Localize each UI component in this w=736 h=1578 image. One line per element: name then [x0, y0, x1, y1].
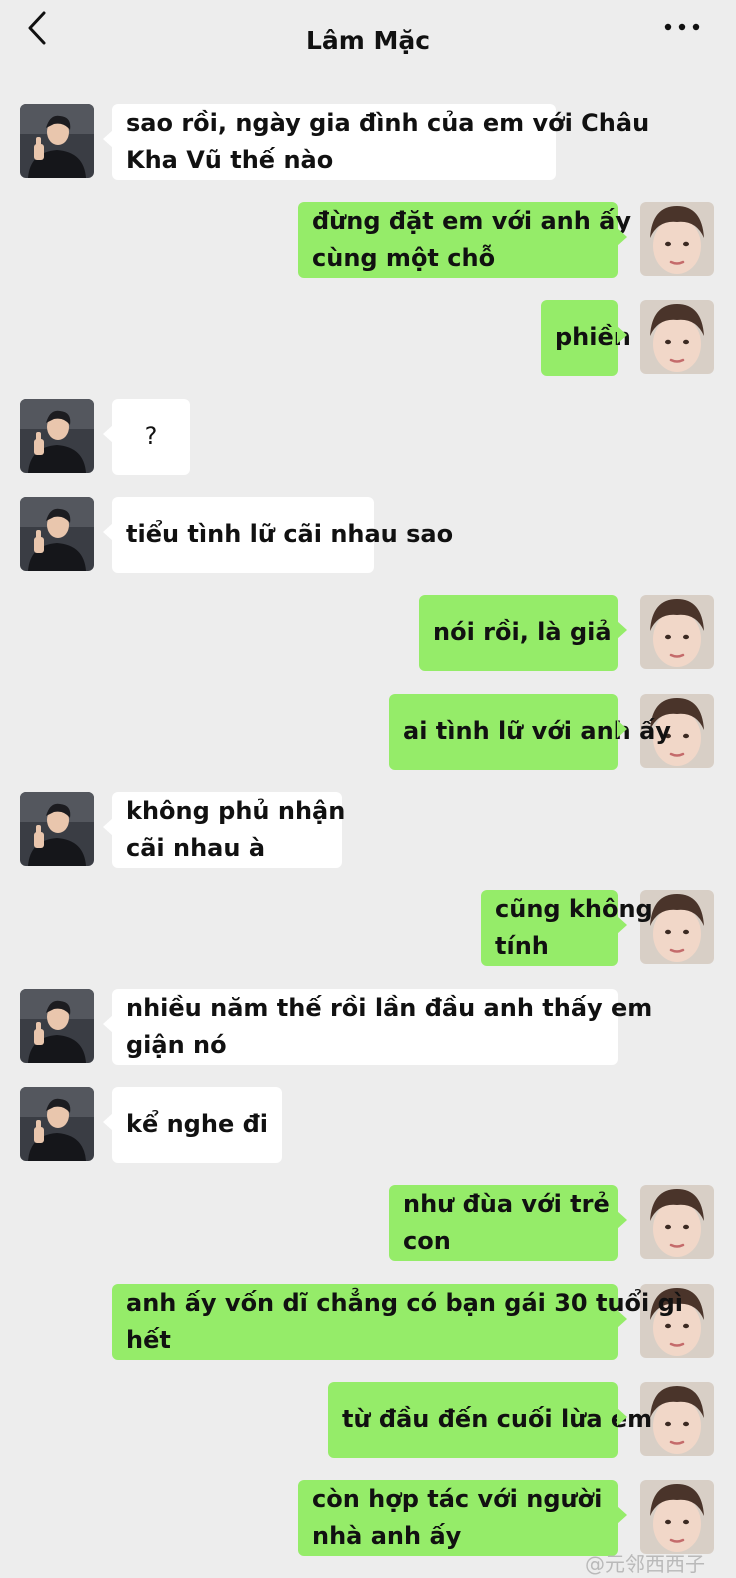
message-text-line: giận nó — [126, 1031, 227, 1059]
avatar[interactable] — [640, 1480, 714, 1554]
message-bubble[interactable]: kể nghe đi — [103, 1087, 282, 1163]
message-bubble[interactable]: ai tình lữ với anh ấy — [389, 694, 671, 770]
message-row-received: sao rồi, ngày gia đình của em với Châu Kh… — [0, 104, 736, 180]
message-text-line: còn hợp tác với người — [312, 1485, 603, 1513]
watermark-text: @元邻西西子 — [585, 1552, 705, 1576]
message-row-received: tiểu tình lữ cãi nhau sao — [0, 497, 736, 573]
message-bubble[interactable]: tiểu tình lữ cãi nhau sao — [103, 497, 454, 573]
avatar[interactable] — [20, 399, 94, 473]
message-text-line: phiền — [555, 323, 631, 351]
message-bubble[interactable]: đừng đặt em với anh ấy cùng một chỗ — [298, 202, 632, 278]
message-text-line: nhiều năm thế rồi lần đầu anh thấy em — [126, 994, 653, 1022]
message-row-sent: đừng đặt em với anh ấy cùng một chỗ — [0, 202, 736, 278]
message-text-line: không phủ nhận — [126, 797, 346, 825]
message-row-received: nhiều năm thế rồi lần đầu anh thấy em giậ… — [0, 989, 736, 1065]
message-text-line: anh ấy vốn dĩ chẳng có bạn gái 30 tuổi g… — [126, 1289, 684, 1317]
message-row-sent: còn hợp tác với người nhà anh ấy — [0, 1480, 736, 1556]
message-bubble[interactable]: còn hợp tác với người nhà anh ấy — [298, 1480, 627, 1556]
message-text-line: từ đầu đến cuối lừa em — [342, 1405, 653, 1433]
message-row-sent: từ đầu đến cuối lừa em — [0, 1382, 736, 1458]
message-row-received: không phủ nhận cãi nhau à — [0, 792, 736, 868]
message-row-sent: nói rồi, là giả — [0, 595, 736, 671]
avatar[interactable] — [20, 497, 94, 571]
message-text-line: kể nghe đi — [126, 1110, 268, 1138]
message-bubble[interactable]: sao rồi, ngày gia đình của em với Châu Kh… — [103, 104, 650, 180]
message-text-line: tiểu tình lữ cãi nhau sao — [126, 520, 454, 548]
avatar[interactable] — [20, 1087, 94, 1161]
message-text-line: sao rồi, ngày gia đình của em với Châu — [126, 109, 650, 137]
message-text-line: nói rồi, là giả — [433, 618, 612, 646]
message-text-line: cùng một chỗ — [312, 244, 496, 272]
message-text-line: ? — [144, 422, 158, 450]
message-row-received: ? — [0, 399, 736, 475]
message-row-sent: phiền — [0, 300, 736, 376]
avatar[interactable] — [640, 300, 714, 374]
message-text-line: con — [403, 1227, 451, 1255]
message-row-sent: ai tình lữ với anh ấy — [0, 694, 736, 770]
message-text-line: đừng đặt em với anh ấy — [312, 207, 632, 235]
more-dots-icon[interactable] — [662, 20, 702, 34]
chat-header: Lâm Mặc — [0, 0, 736, 84]
message-row-sent: như đùa với trẻ con — [0, 1185, 736, 1261]
message-bubble[interactable]: nhiều năm thế rồi lần đầu anh thấy em giậ… — [103, 989, 653, 1065]
message-bubble[interactable]: anh ấy vốn dĩ chẳng có bạn gái 30 tuổi g… — [112, 1284, 684, 1360]
chat-title: Lâm Mặc — [305, 26, 431, 55]
message-row-sent: anh ấy vốn dĩ chẳng có bạn gái 30 tuổi g… — [0, 1284, 736, 1360]
message-text-line: tính — [495, 932, 549, 960]
message-text-line: hết — [126, 1326, 171, 1354]
avatar[interactable] — [20, 104, 94, 178]
avatar[interactable] — [640, 1185, 714, 1259]
avatar[interactable] — [20, 989, 94, 1063]
message-row-received: kể nghe đi — [0, 1087, 736, 1163]
message-bubble[interactable]: như đùa với trẻ con — [389, 1185, 627, 1261]
message-bubble[interactable]: cũng không tính — [481, 890, 653, 966]
message-bubble[interactable]: không phủ nhận cãi nhau à — [103, 792, 346, 868]
avatar[interactable] — [640, 595, 714, 669]
message-bubble[interactable]: ? — [103, 399, 190, 475]
message-text-line: như đùa với trẻ — [403, 1190, 610, 1218]
message-bubble[interactable]: phiền — [541, 300, 631, 376]
message-text-line: cũng không — [495, 895, 653, 923]
message-bubble[interactable]: từ đầu đến cuối lừa em — [328, 1382, 653, 1458]
message-row-sent: cũng không tính — [0, 890, 736, 966]
message-text-line: cãi nhau à — [126, 834, 266, 862]
avatar[interactable] — [20, 792, 94, 866]
message-text-line: nhà anh ấy — [312, 1522, 462, 1550]
message-text-line: Kha Vũ thế nào — [126, 146, 334, 174]
message-bubble[interactable]: nói rồi, là giả — [419, 595, 627, 671]
message-text-line: ai tình lữ với anh ấy — [403, 717, 671, 745]
avatar[interactable] — [640, 202, 714, 276]
